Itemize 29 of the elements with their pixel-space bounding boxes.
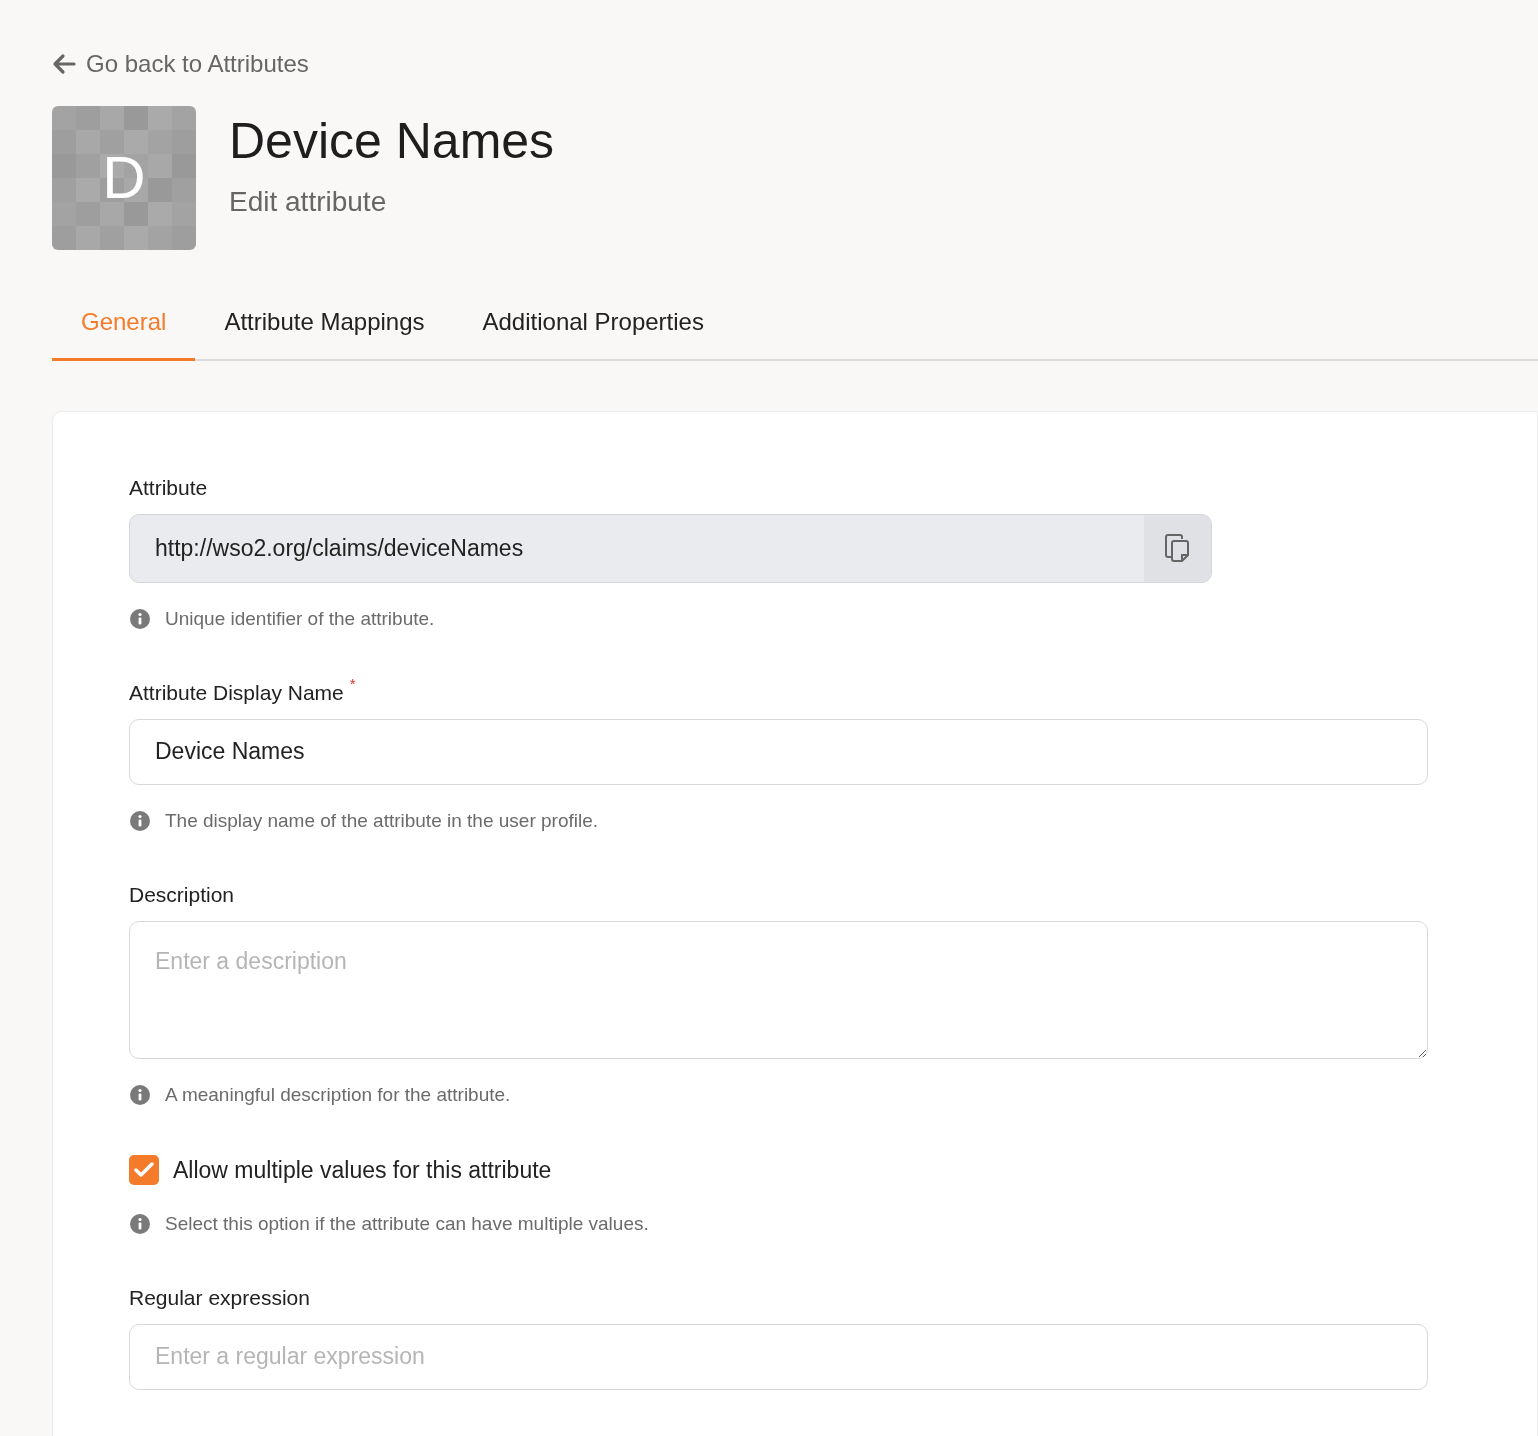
hint-text: A meaningful description for the attribute. bbox=[165, 1082, 511, 1107]
attribute-uri-field[interactable]: http://wso2.org/claims/deviceNames bbox=[129, 513, 1212, 583]
hint-text: Select this option if the attribute can have multiple values. bbox=[165, 1211, 649, 1236]
required-mark: * bbox=[349, 674, 356, 694]
copy-button[interactable] bbox=[1144, 514, 1211, 582]
field-label: Attribute Display Name bbox=[129, 680, 344, 706]
text-field[interactable]: Enter a regular expression bbox=[129, 1323, 1428, 1390]
hint-text: The display name of the attribute in the user profile. bbox=[165, 808, 599, 833]
description-field[interactable]: Enter a description bbox=[129, 920, 1428, 1059]
checkbox[interactable] bbox=[129, 1155, 159, 1186]
info-icon bbox=[129, 607, 151, 630]
checkmark-icon bbox=[134, 1162, 154, 1179]
info-icon bbox=[129, 1083, 151, 1106]
info-icon bbox=[129, 809, 151, 832]
field-label: Attribute bbox=[129, 475, 208, 501]
page-subtitle: Edit attribute bbox=[229, 184, 388, 219]
avatar-letter: D bbox=[102, 148, 146, 208]
info-icon bbox=[129, 1212, 151, 1235]
back-arrow-icon bbox=[52, 53, 76, 75]
field-label: Regular expression bbox=[129, 1285, 310, 1311]
page-title: Device Names bbox=[229, 112, 555, 171]
tab[interactable]: Attribute Mappings bbox=[195, 304, 454, 361]
field-label: Description bbox=[129, 882, 235, 908]
text-field[interactable]: Device Names bbox=[129, 718, 1428, 785]
back-link[interactable]: Go back to Attributes bbox=[52, 46, 309, 82]
tab[interactable]: Additional Properties bbox=[453, 304, 733, 361]
hint-text: Unique identifier of the attribute. bbox=[165, 606, 435, 631]
copy-icon bbox=[1163, 533, 1192, 563]
checkbox-label: Allow multiple values for this attribute bbox=[173, 1156, 552, 1185]
